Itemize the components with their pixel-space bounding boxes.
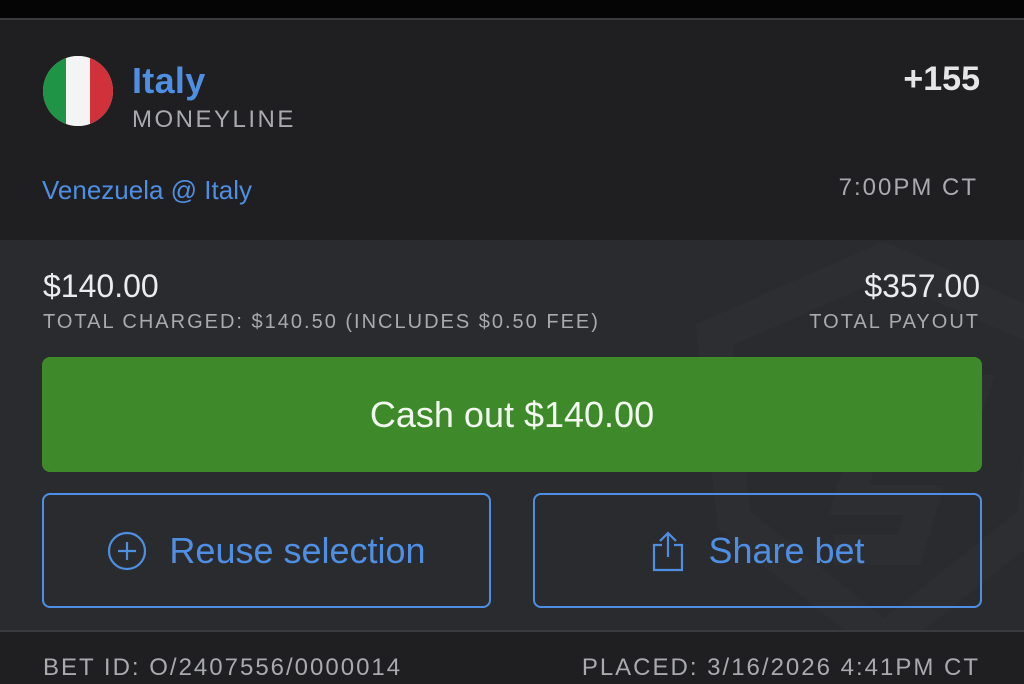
total-charged-label: TOTAL CHARGED: $140.50 (INCLUDES $0.50 F… bbox=[43, 311, 600, 333]
bet-summary-section: $140.00 TOTAL CHARGED: $140.50 (INCLUDES… bbox=[0, 240, 1024, 630]
reuse-selection-button[interactable]: Reuse selection bbox=[42, 493, 491, 608]
share-icon bbox=[650, 530, 686, 572]
odds-value: +155 bbox=[903, 60, 980, 98]
reuse-selection-label: Reuse selection bbox=[169, 529, 426, 571]
bet-card-screen: Italy MONEYLINE +155 Venezuela @ Italy 7… bbox=[0, 0, 1024, 684]
payout-amount: $357.00 bbox=[864, 268, 980, 304]
wager-amount: $140.00 bbox=[43, 268, 159, 304]
market-label: MONEYLINE bbox=[132, 106, 296, 133]
start-time: 7:00PM CT bbox=[838, 174, 978, 201]
bet-leg-section: Italy MONEYLINE +155 Venezuela @ Italy 7… bbox=[0, 18, 1024, 240]
cash-out-button[interactable]: Cash out $140.00 bbox=[42, 357, 982, 472]
bet-id: BET ID: O/2407556/0000014 bbox=[43, 654, 403, 681]
cash-out-label: Cash out $140.00 bbox=[369, 393, 655, 435]
bet-footer: BET ID: O/2407556/0000014 PLACED: 3/16/2… bbox=[0, 630, 1024, 684]
share-bet-label: Share bet bbox=[708, 529, 865, 571]
share-bet-button[interactable]: Share bet bbox=[533, 493, 982, 608]
selection-name[interactable]: Italy bbox=[132, 60, 206, 102]
matchup-link[interactable]: Venezuela @ Italy bbox=[42, 175, 252, 206]
italy-flag-icon bbox=[43, 56, 113, 126]
total-payout-label: TOTAL PAYOUT bbox=[809, 311, 980, 333]
placed-time: PLACED: 3/16/2026 4:41PM CT bbox=[581, 654, 980, 681]
plus-circle-icon bbox=[107, 531, 147, 571]
top-strip bbox=[0, 0, 1024, 18]
